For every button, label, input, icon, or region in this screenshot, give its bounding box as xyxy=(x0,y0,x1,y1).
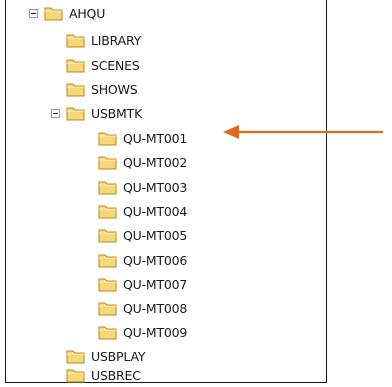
folder-icon xyxy=(66,367,86,383)
folder-icon xyxy=(66,348,86,364)
tree-node-ahqu[interactable]: AHQU xyxy=(29,3,105,23)
tree-node-label: QU-MT001 xyxy=(123,130,188,146)
tree-node-label: QU-MT006 xyxy=(123,252,188,268)
tree-node-qu-mt002[interactable]: QU-MT002 xyxy=(98,152,187,172)
tree-node-library[interactable]: LIBRARY xyxy=(66,30,141,50)
tree-node-label: LIBRARY xyxy=(91,32,142,48)
tree-node-qu-mt006[interactable]: QU-MT006 xyxy=(98,250,187,270)
folder-icon xyxy=(44,5,64,21)
tree-node-label: QU-MT002 xyxy=(123,154,188,170)
folder-icon xyxy=(98,276,118,292)
tree-node-label: QU-MT003 xyxy=(123,179,188,195)
tree-node-shows[interactable]: SHOWS xyxy=(66,79,138,99)
folder-icon xyxy=(66,81,86,97)
tree-node-scenes[interactable]: SCENES xyxy=(66,55,140,75)
tree-node-label: QU-MT009 xyxy=(123,324,188,340)
tree-node-label: SHOWS xyxy=(91,81,138,97)
folder-icon xyxy=(66,105,86,121)
tree-node-label: SCENES xyxy=(91,57,140,73)
arrow-left-icon xyxy=(223,125,383,139)
tree-node-qu-mt004[interactable]: QU-MT004 xyxy=(98,201,187,221)
folder-icon xyxy=(98,252,118,268)
tree-node-usbplay[interactable]: USBPLAY xyxy=(66,346,145,366)
folder-icon xyxy=(98,130,118,146)
folder-icon xyxy=(98,203,118,219)
tree-node-qu-mt008[interactable]: QU-MT008 xyxy=(98,298,187,318)
tree-node-label: USBREC xyxy=(91,367,141,383)
folder-icon xyxy=(66,32,86,48)
tree-node-label: USBPLAY xyxy=(91,348,146,364)
tree-node-label: QU-MT008 xyxy=(123,300,188,316)
tree-node-label: QU-MT007 xyxy=(123,276,188,292)
tree-node-label: QU-MT004 xyxy=(123,203,188,219)
tree-node-label: USBMTK xyxy=(91,105,143,121)
tree-node-qu-mt005[interactable]: QU-MT005 xyxy=(98,225,187,245)
folder-icon xyxy=(98,324,118,340)
folder-icon xyxy=(98,300,118,316)
tree-node-qu-mt007[interactable]: QU-MT007 xyxy=(98,274,187,294)
tree-node-label: AHQU xyxy=(69,5,106,21)
folder-icon xyxy=(66,57,86,73)
tree-node-qu-mt003[interactable]: QU-MT003 xyxy=(98,177,187,197)
tree-node-label: QU-MT005 xyxy=(123,227,188,243)
collapse-toggle-icon[interactable] xyxy=(51,108,60,118)
tree-node-qu-mt009[interactable]: QU-MT009 xyxy=(98,322,187,342)
folder-icon xyxy=(98,179,118,195)
tree-node-usbmtk[interactable]: USBMTK xyxy=(51,103,142,123)
folder-icon xyxy=(98,227,118,243)
tree-node-qu-mt001[interactable]: QU-MT001 xyxy=(98,128,187,148)
tree-node-usbrec[interactable]: USBREC xyxy=(66,365,141,385)
collapse-toggle-icon[interactable] xyxy=(29,8,38,18)
folder-icon xyxy=(98,154,118,170)
folder-tree-panel: AHQU LIBRARY SCENES SHOWS USBMTK QU-MT00… xyxy=(5,0,327,383)
